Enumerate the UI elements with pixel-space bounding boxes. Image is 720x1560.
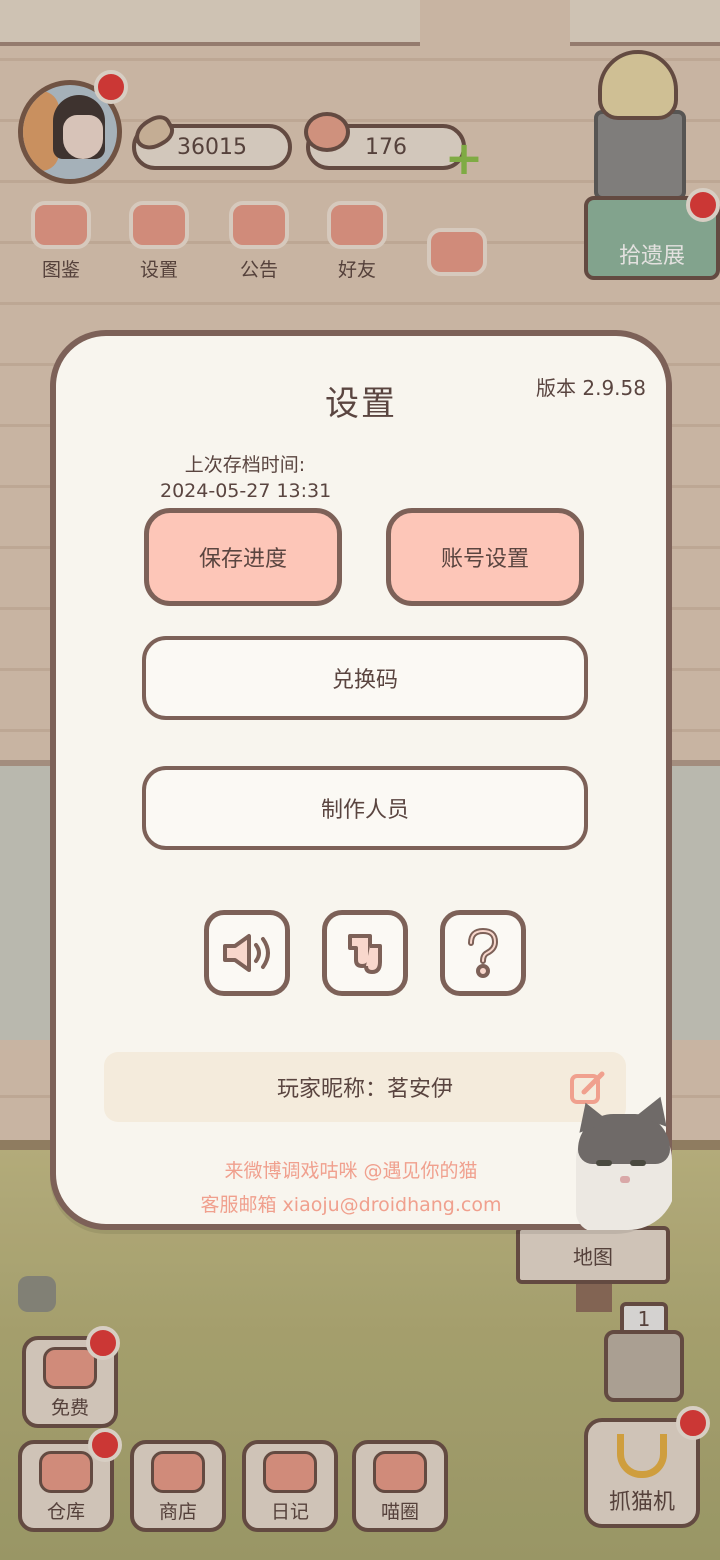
account-settings-label: 账号设置 xyxy=(440,547,529,572)
credits-button[interactable]: 制作人员 xyxy=(142,766,588,850)
music-toggle-button[interactable] xyxy=(322,910,408,996)
save-progress-button[interactable]: 保存进度 xyxy=(144,508,342,606)
save-progress-label: 保存进度 xyxy=(198,547,287,572)
nickname-label: 玩家昵称：茗安伊 xyxy=(276,1077,453,1102)
music-note-icon xyxy=(348,934,382,974)
help-button[interactable] xyxy=(440,910,526,996)
sound-toggle-button[interactable] xyxy=(204,910,290,996)
redeem-code-label: 兑换码 xyxy=(331,668,398,693)
question-icon xyxy=(468,927,499,978)
speaker-icon xyxy=(223,934,270,972)
nickname-bar: 玩家昵称：茗安伊 xyxy=(104,1052,626,1122)
credits-label: 制作人员 xyxy=(320,798,409,823)
cat-photo-image xyxy=(566,1096,676,1230)
settings-dialog: 设置 版本 2.9.58 上次存档时间: 2024-05-27 13:31 保存… xyxy=(50,330,676,1230)
last-save-label: 上次存档时间: xyxy=(184,454,306,476)
last-save-time: 2024-05-27 13:31 xyxy=(160,480,332,502)
redeem-code-button[interactable]: 兑换码 xyxy=(142,636,588,720)
version-label: 版本 2.9.58 xyxy=(536,376,646,400)
account-settings-button[interactable]: 账号设置 xyxy=(386,508,584,606)
